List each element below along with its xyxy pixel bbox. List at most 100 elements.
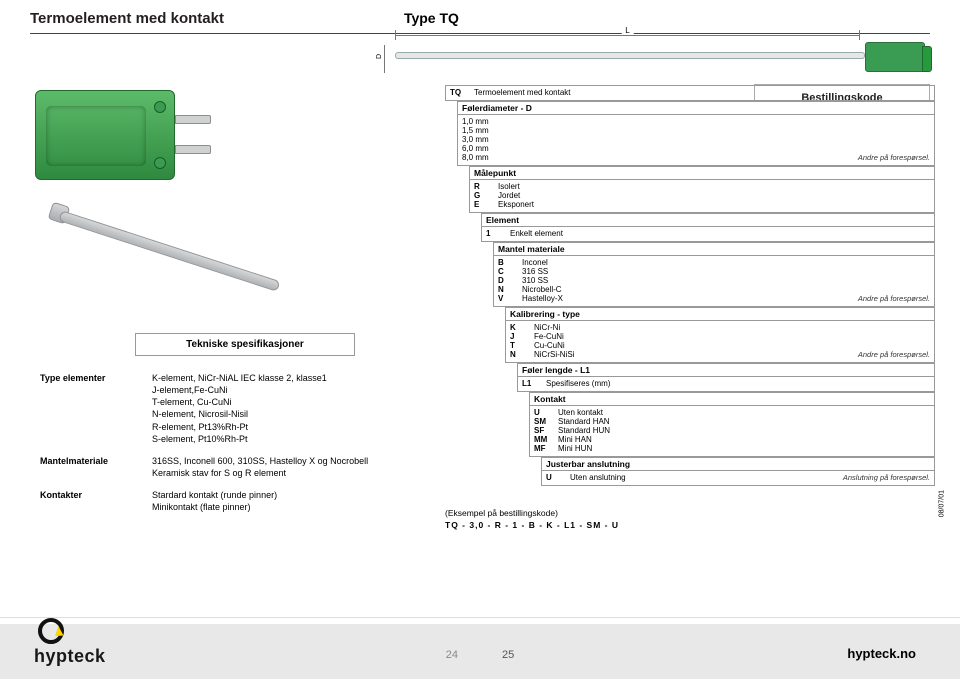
section-title: Kontakt: [529, 392, 935, 405]
code: E: [474, 200, 492, 209]
code: L1: [522, 379, 540, 388]
code: R: [474, 182, 492, 191]
dim-diameter-label: D: [376, 54, 383, 59]
dimension-diameter: D: [379, 45, 389, 73]
spec-value: K-element, NiCr-NiAL IEC klasse 2, klass…: [152, 372, 450, 445]
code: TQ: [450, 88, 468, 97]
code: MF: [534, 444, 552, 453]
tech-spec-heading: Tekniske spesifikasjoner: [135, 333, 355, 356]
note: Andre på forespørsel.: [858, 350, 930, 359]
code: C: [498, 267, 516, 276]
order-section-foler: Føler lengde - L1 L1 Spesifiseres (mm): [517, 363, 935, 392]
order-section-tq: TQ Termoelement med kontakt: [445, 85, 935, 101]
site-url: hypteck.no: [847, 646, 916, 661]
txt: Fe-CuNi: [534, 332, 930, 341]
dim-length-label: L: [621, 26, 633, 35]
page-title: Termoelement med kontakt: [30, 10, 224, 27]
code: MM: [534, 435, 552, 444]
order-section-mantel: Mantel materiale B Inconel C 316 SS D 310 S…: [493, 242, 935, 307]
logo-mark-icon: [38, 618, 64, 644]
txt: 1,0 mm: [462, 117, 930, 126]
txt: Uten kontakt: [558, 408, 930, 417]
txt: NiCrSi-NiSi: [534, 350, 852, 359]
code: N: [510, 350, 528, 359]
section-title: Element: [481, 213, 935, 226]
txt: Cu-CuNi: [534, 341, 930, 350]
txt: Jordet: [498, 191, 930, 200]
code: K: [510, 323, 528, 332]
page: Termoelement med kontakt Type TQ L D Bes…: [0, 0, 960, 679]
plug-large-graphic: [35, 90, 215, 180]
txt: 316 SS: [522, 267, 930, 276]
note: Andre på forespørsel.: [858, 294, 930, 303]
code: B: [498, 258, 516, 267]
section-title: Målepunkt: [469, 166, 935, 179]
brand-name: hypteck: [34, 646, 106, 667]
spec-label: Kontakter: [40, 489, 152, 513]
order-section-malepunkt: Målepunkt R Isolert G Jordet E Eksponert: [469, 166, 935, 213]
txt: Mini HAN: [558, 435, 930, 444]
txt: Isolert: [498, 182, 930, 191]
code: 1: [486, 229, 504, 238]
txt: Spesifiseres (mm): [546, 379, 930, 388]
order-key: TQ Termoelement med kontakt Følerdiameter…: [445, 85, 935, 486]
code: SF: [534, 426, 552, 435]
code: J: [510, 332, 528, 341]
spec-row: Mantelmateriale 316SS, Inconell 600, 310…: [40, 455, 450, 479]
spec-label: Type elementer: [40, 372, 152, 445]
txt: Termoelement med kontakt: [474, 88, 930, 97]
footer: hypteck 24 25 hypteck.no: [0, 617, 960, 679]
order-section-kontakt: Kontakt U Uten kontakt SM Standard HAN SF S…: [529, 392, 935, 457]
cable-graphic: [395, 52, 865, 59]
code: V: [498, 294, 516, 303]
spec-row: Kontakter Stardard kontakt (runde pinner…: [40, 489, 450, 513]
code: T: [510, 341, 528, 350]
section-title: Mantel materiale: [493, 242, 935, 255]
page-left: 24: [446, 649, 458, 661]
code: D: [498, 276, 516, 285]
txt: Standard HUN: [558, 426, 930, 435]
code: U: [534, 408, 552, 417]
txt: Mini HUN: [558, 444, 930, 453]
txt: Inconel: [522, 258, 930, 267]
txt: Standard HAN: [558, 417, 930, 426]
txt: 310 SS: [522, 276, 930, 285]
example-label: (Eksempel på bestillingskode): [445, 508, 935, 518]
section-title: Føler lengde - L1: [517, 363, 935, 376]
code: SM: [534, 417, 552, 426]
revision-code: 08/07/01: [938, 490, 945, 517]
txt: Nicrobell-C: [522, 285, 930, 294]
example-code: TQ - 3,0 - R - 1 - B - K - L1 - SM - U: [445, 520, 935, 530]
order-section-kalibrering: Kalibrering - type KNiCr-Ni JFe-CuNi TCu…: [505, 307, 935, 363]
txt: Uten anslutning: [570, 473, 837, 482]
specs-block: Type elementer K-element, NiCr-NiAL IEC …: [40, 372, 450, 523]
code: U: [546, 473, 564, 482]
txt: 3,0 mm: [462, 135, 930, 144]
page-right: 25: [502, 649, 514, 661]
order-section-diameter: Følerdiameter - D 1,0 mm 1,5 mm 3,0 mm 6…: [457, 101, 935, 166]
section-title: Justerbar anslutning: [541, 457, 935, 470]
txt: NiCr-Ni: [534, 323, 930, 332]
order-section-element: Element 1 Enkelt element: [481, 213, 935, 242]
order-section-justerbar: Justerbar anslutning U Uten anslutning Ans…: [541, 457, 935, 486]
txt: 8,0 mm: [462, 153, 852, 162]
txt: Hastelloy-X: [522, 294, 852, 303]
brand-logo: hypteck: [34, 618, 106, 667]
txt: Eksponert: [498, 200, 930, 209]
spec-value: 316SS, Inconell 600, 310SS, Hastelloy X …: [152, 455, 450, 479]
type-label: Type TQ: [404, 10, 459, 26]
code: N: [498, 285, 516, 294]
probe-graphic: [40, 190, 300, 300]
dimension-length: L: [395, 30, 860, 42]
plug-small-graphic: [865, 42, 925, 72]
note: Andre på forespørsel.: [858, 153, 930, 162]
example-order-code: (Eksempel på bestillingskode) TQ - 3,0 -…: [445, 508, 935, 530]
code: G: [474, 191, 492, 200]
spec-row: Type elementer K-element, NiCr-NiAL IEC …: [40, 372, 450, 445]
section-title: Følerdiameter - D: [457, 101, 935, 114]
note: Anslutning på forespørsel.: [843, 473, 930, 482]
txt: Enkelt element: [510, 229, 930, 238]
probe-top-diagram: L D: [395, 30, 925, 80]
page-numbers: 24 25: [446, 649, 515, 661]
txt: 1,5 mm: [462, 126, 930, 135]
